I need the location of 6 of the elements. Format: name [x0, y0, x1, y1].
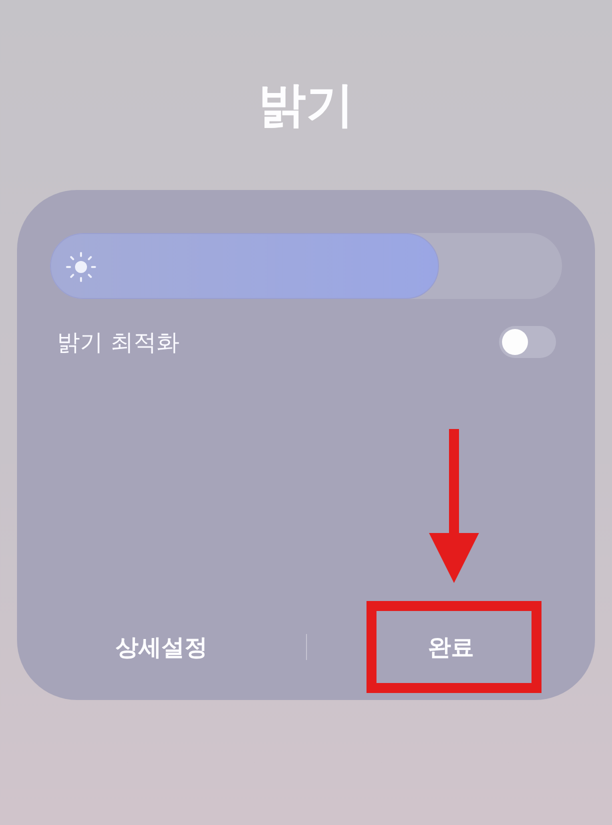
dialog-title: 밝기 [258, 76, 354, 135]
sun-icon [66, 252, 96, 282]
toggle-switch[interactable] [499, 326, 556, 358]
panel-button[interactable]: 완료 [373, 611, 528, 683]
panel-button[interactable]: 상세설정 [84, 611, 239, 683]
toggle-label: 밝기 최적화 [57, 328, 180, 358]
